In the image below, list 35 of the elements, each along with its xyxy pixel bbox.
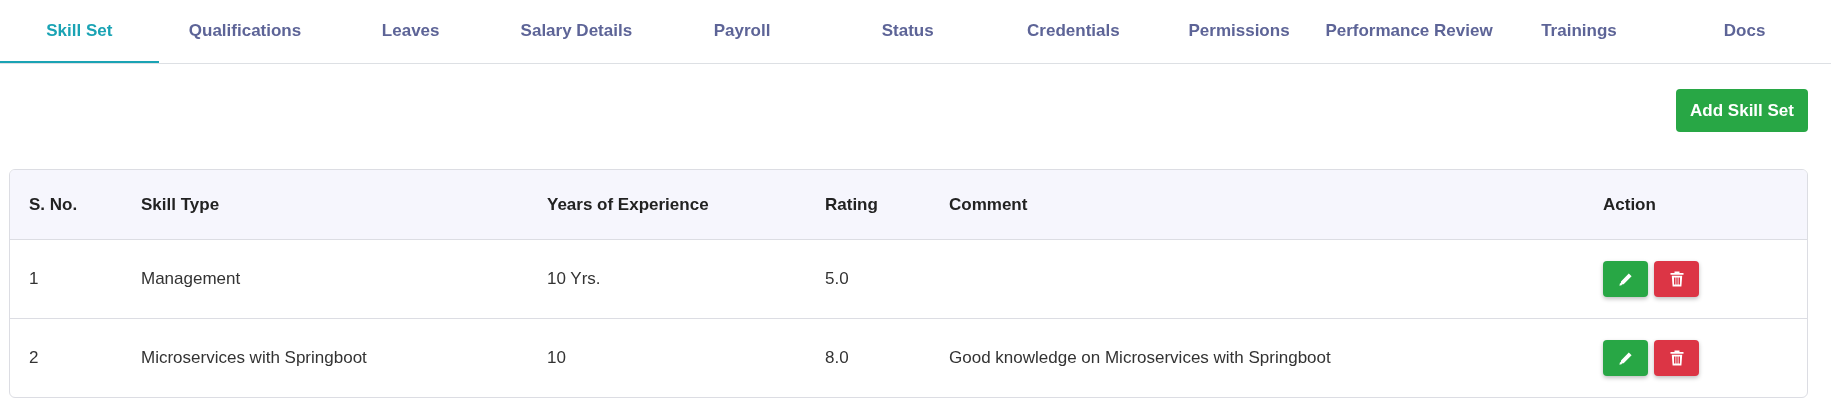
table-cell: 8.0 — [825, 348, 849, 367]
table-cell: 10 Yrs. — [547, 269, 601, 288]
column-header: Comment — [949, 194, 1028, 214]
table-cell: Good knowledge on Microservices with Springboot — [949, 348, 1331, 367]
pencil-icon — [1618, 271, 1633, 287]
tab[interactable]: Salary Details — [497, 0, 656, 63]
table-cell: Microservices with Springboot — [141, 348, 367, 367]
column-header: S. No. — [29, 194, 78, 214]
table-cell: 2 — [29, 348, 39, 367]
tab[interactable]: Credentials — [994, 0, 1153, 63]
column-header: Action — [1603, 194, 1656, 214]
tab[interactable]: Performance Review — [1325, 0, 1493, 63]
tab[interactable]: Qualifications — [165, 0, 325, 63]
trash-icon — [1669, 350, 1684, 366]
tab[interactable]: Payroll — [662, 0, 822, 63]
table-cell: Management — [141, 269, 241, 288]
tab[interactable]: Skill Set — [0, 0, 159, 63]
tab[interactable]: Status — [828, 0, 988, 63]
trash-icon — [1669, 271, 1684, 287]
edit-button[interactable] — [1603, 340, 1648, 376]
tab[interactable]: Permissions — [1159, 0, 1319, 63]
tab[interactable]: Docs — [1665, 0, 1824, 63]
tab[interactable]: Trainings — [1499, 0, 1659, 63]
tab[interactable]: Leaves — [331, 0, 490, 63]
edit-button[interactable] — [1603, 261, 1648, 297]
delete-button[interactable] — [1654, 340, 1699, 376]
delete-button[interactable] — [1654, 261, 1699, 297]
table-cell: 1 — [29, 269, 39, 288]
table-cell: 10 — [547, 348, 566, 367]
column-header: Skill Type — [141, 194, 220, 214]
pencil-icon — [1618, 350, 1633, 366]
column-header: Years of Experience — [547, 194, 709, 214]
column-header: Rating — [825, 194, 878, 214]
table-cell: 5.0 — [825, 269, 849, 288]
add-skill-set-button[interactable]: Add Skill Set — [1676, 89, 1808, 132]
